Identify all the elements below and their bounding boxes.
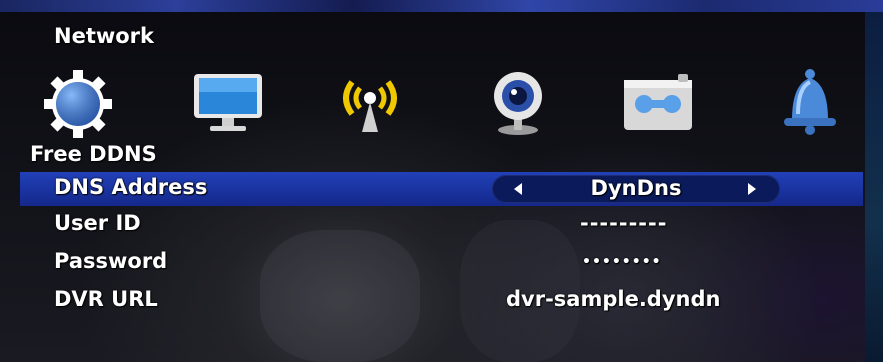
top-video-strip — [0, 0, 883, 12]
wireless-antenna-icon[interactable] — [330, 64, 410, 138]
recorder-icon[interactable] — [618, 64, 698, 138]
arrow-right-icon[interactable] — [748, 183, 756, 195]
page-title: Network — [54, 24, 155, 48]
password-label: Password — [54, 249, 168, 273]
dns-address-value: DynDns — [590, 176, 682, 200]
user-id-row[interactable]: User ID --------- — [20, 208, 863, 242]
gear-icon[interactable] — [38, 64, 118, 138]
dvr-url-field[interactable]: dvr-sample.dyndn — [506, 287, 720, 311]
user-id-field[interactable]: --------- — [580, 211, 667, 235]
password-row[interactable]: Password •••••••• — [20, 246, 863, 280]
right-edge-bar — [865, 12, 883, 362]
settings-panel: Network Free DDNS DNS Address DynDns Use… — [0, 12, 865, 362]
dns-address-selector[interactable]: DynDns — [492, 175, 780, 203]
bell-icon[interactable] — [770, 64, 850, 138]
dvr-url-label: DVR URL — [54, 287, 158, 311]
password-field[interactable]: •••••••• — [582, 254, 662, 270]
dns-address-row[interactable]: DNS Address DynDns — [20, 172, 863, 206]
webcam-icon[interactable] — [478, 64, 558, 138]
user-id-label: User ID — [54, 211, 141, 235]
section-title: Free DDNS — [30, 142, 157, 166]
dvr-url-row[interactable]: DVR URL dvr-sample.dyndn — [20, 284, 863, 318]
monitor-icon[interactable] — [188, 64, 268, 138]
network-settings-screen: Network Free DDNS DNS Address DynDns Use… — [0, 0, 883, 362]
dns-address-label: DNS Address — [54, 175, 208, 199]
